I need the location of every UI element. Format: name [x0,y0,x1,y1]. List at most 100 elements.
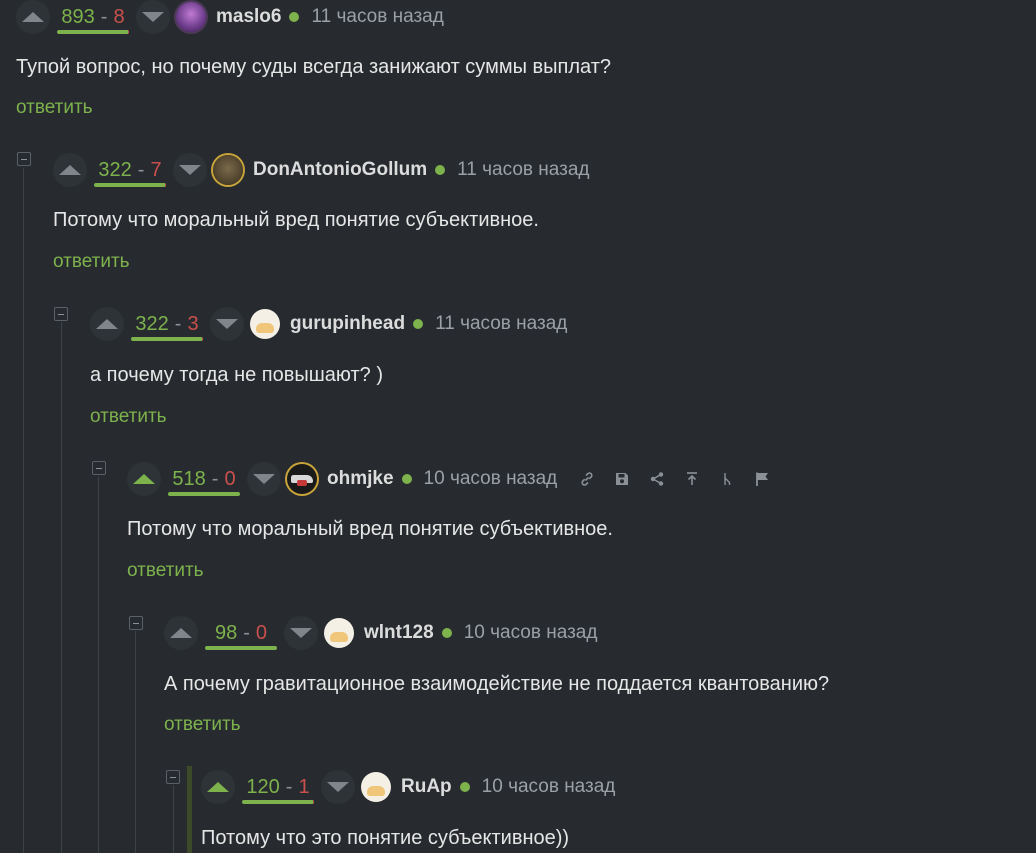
rating-bar [131,337,203,341]
collapse-button[interactable] [17,152,31,166]
username[interactable]: RuAp [401,776,452,798]
rating-separator: - [137,158,145,181]
comment-header: 893 - 8 maslo6 11 часов назад [16,0,444,34]
comment-header: 322 - 7 DonAntonioGollum 11 часов назад [53,153,589,187]
user-avatar[interactable] [361,772,391,802]
rating: 322 - 3 [127,307,207,341]
rating-bar [205,646,277,650]
downvote-button[interactable] [173,153,207,187]
comment-text: Потому что это понятие субъективное)) [201,827,570,849]
comment-text: Потому что моральный вред понятие субъек… [127,518,613,540]
collapse-button[interactable] [166,770,180,784]
go-to-parent-icon[interactable] [674,462,709,496]
reply-link[interactable]: ответить [90,406,167,428]
comment-text: Потому что моральный вред понятие субъек… [53,209,539,231]
online-indicator [435,165,446,175]
rating-positive: 322 [98,158,132,181]
comment-header: 322 - 3 gurupinhead 11 часов назад [90,307,567,341]
reply-link[interactable]: ответить [127,560,204,582]
save-icon[interactable] [604,462,639,496]
thread-line [61,322,62,853]
upvote-button[interactable] [53,153,87,187]
comment-header: 518 - 0 ohmjke 10 часов назад [127,462,779,496]
upvote-button[interactable] [164,616,198,650]
user-avatar[interactable] [287,464,317,494]
thread-line [173,785,174,853]
username[interactable]: maslo6 [216,6,281,28]
rating-separator: - [285,775,293,798]
rating-positive: 322 [135,312,169,335]
downvote-button[interactable] [247,462,281,496]
online-indicator [289,12,300,22]
rating-separator: - [243,621,250,644]
reply-link[interactable]: ответить [16,97,93,119]
rating-bar [57,30,129,34]
rating-separator: - [211,467,219,490]
user-avatar[interactable] [324,618,354,648]
username[interactable]: DonAntonioGollum [253,159,427,181]
link-icon[interactable] [569,462,604,496]
upvote-button[interactable] [90,307,124,341]
collapse-button[interactable] [92,461,106,475]
highlight-bar [187,766,192,853]
comment-tools [569,462,779,496]
downvote-button[interactable] [210,307,244,341]
rating-positive: 98 [214,621,238,644]
branch-icon[interactable] [709,462,744,496]
rating-separator: - [100,5,108,28]
rating-negative: 0 [255,621,268,644]
online-indicator [413,319,424,329]
rating-separator: - [174,312,182,335]
online-indicator [401,474,412,484]
comment-header: 98 - 0 wlnt128 10 часов назад [164,616,597,650]
rating: 518 - 0 [164,462,244,496]
upvote-button[interactable] [201,770,235,804]
comment-text: а почему тогда не повышают? ) [90,364,383,386]
rating-positive: 120 [246,775,280,798]
timestamp[interactable]: 10 часов назад [482,776,616,798]
rating: 893 - 8 [53,0,133,34]
thread-line [23,168,24,853]
comment-text: Тупой вопрос, но почему суды всегда зани… [16,56,611,78]
comment-header: 120 - 1 RuAp 10 часов назад [201,770,615,804]
timestamp[interactable]: 10 часов назад [464,622,598,644]
username[interactable]: wlnt128 [364,622,434,644]
rating-negative: 0 [224,467,236,490]
rating-bar [242,800,314,804]
upvote-button[interactable] [127,462,161,496]
username[interactable]: gurupinhead [290,313,405,335]
upvote-button[interactable] [16,0,50,34]
downvote-button[interactable] [136,0,170,34]
rating-bar [94,183,166,187]
downvote-button[interactable] [284,616,318,650]
rating-negative: 8 [113,5,125,28]
rating: 120 - 1 [238,770,318,804]
rating-positive: 518 [172,467,206,490]
online-indicator [441,628,452,638]
user-avatar[interactable] [176,2,206,32]
comment-text: А почему гравитационное взаимодействие н… [164,673,830,695]
rating-bar [168,492,240,496]
thread-line [135,631,136,853]
flag-icon[interactable] [744,462,779,496]
online-indicator [459,782,470,792]
rating: 98 - 0 [201,616,281,650]
downvote-button[interactable] [321,770,355,804]
timestamp[interactable]: 10 часов назад [424,468,558,490]
timestamp[interactable]: 11 часов назад [435,313,567,335]
reply-link[interactable]: ответить [164,714,241,736]
rating-negative: 1 [298,775,310,798]
collapse-button[interactable] [54,307,68,321]
rating-positive: 893 [61,5,95,28]
timestamp[interactable]: 11 часов назад [311,6,443,28]
share-icon[interactable] [639,462,674,496]
rating-negative: 3 [187,312,199,335]
user-avatar[interactable] [250,309,280,339]
user-avatar[interactable] [213,155,243,185]
collapse-button[interactable] [129,616,143,630]
rating: 322 - 7 [90,153,170,187]
thread-line [98,477,99,853]
timestamp[interactable]: 11 часов назад [457,159,589,181]
reply-link[interactable]: ответить [53,251,130,273]
username[interactable]: ohmjke [327,468,394,490]
